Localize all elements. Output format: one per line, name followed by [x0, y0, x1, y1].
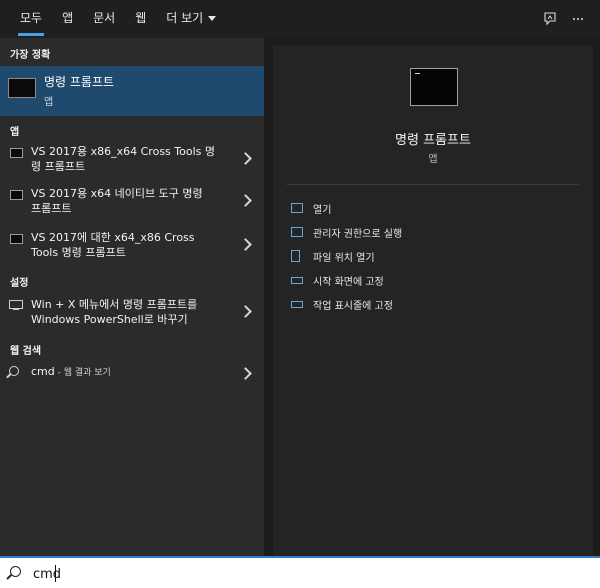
search-icon: [9, 366, 19, 376]
command-prompt-icon: [10, 234, 23, 244]
settings-result-item[interactable]: Win + X 메뉴에서 명령 프롬프트를 Windows PowerShell…: [0, 293, 264, 333]
chevron-right-icon[interactable]: [239, 367, 252, 380]
best-match-heading: 가장 정확: [10, 50, 51, 61]
tab-all[interactable]: 모두: [10, 0, 52, 38]
run-as-admin-icon: [291, 227, 303, 237]
file-location-icon: [291, 250, 300, 262]
top-bar: 모두 앱 문서 웹 더 보기: [0, 0, 600, 38]
web-search-heading: 웹 검색: [10, 346, 42, 357]
app-result-item[interactable]: VS 2017용 x86_x64 Cross Tools 명 령 프롬프트: [0, 142, 264, 184]
open-icon: [291, 203, 303, 213]
chevron-right-icon[interactable]: [239, 238, 252, 251]
more-options-icon[interactable]: [564, 5, 592, 33]
filter-tabs: 모두 앱 문서 웹 더 보기: [10, 0, 226, 38]
command-prompt-icon: [410, 68, 458, 106]
caret-down-icon: [208, 16, 217, 21]
chevron-right-icon[interactable]: [239, 194, 252, 207]
best-match-subtitle: 앱: [44, 97, 54, 108]
app-result-item[interactable]: VS 2017에 대한 x64_x86 Cross Tools 명령 프롬프트: [0, 228, 264, 270]
command-prompt-icon: [10, 190, 23, 200]
command-prompt-icon: [10, 148, 23, 158]
pin-taskbar-icon: [291, 301, 303, 308]
preview-subtitle: 앱: [428, 154, 438, 165]
tab-documents[interactable]: 문서: [83, 0, 125, 38]
feedback-icon[interactable]: [536, 5, 564, 33]
tab-web[interactable]: 웹: [125, 0, 156, 38]
app-result-item[interactable]: VS 2017용 x64 네이티브 도구 명령 프롬프트: [0, 184, 264, 226]
settings-heading: 설정: [10, 278, 29, 289]
top-icons: [536, 0, 592, 38]
chevron-right-icon[interactable]: [239, 152, 252, 165]
chevron-right-icon[interactable]: [239, 305, 252, 318]
command-prompt-icon: [8, 78, 36, 98]
apps-heading: 앱: [10, 127, 20, 138]
search-bar: [0, 556, 600, 588]
pin-start-icon: [291, 277, 303, 284]
web-result-item[interactable]: cmd - 웹 결과 보기: [0, 362, 264, 384]
best-match-title: 명령 프롬프트: [44, 75, 115, 89]
monitor-icon: [9, 300, 23, 310]
tab-more[interactable]: 더 보기: [156, 0, 226, 38]
search-icon: [10, 566, 21, 577]
divider: [287, 184, 579, 185]
tab-apps[interactable]: 앱: [52, 0, 83, 38]
results-panel: 가장 정확 명령 프롬프트 앱 앱 VS 2017용 x86_x64 Cross…: [0, 38, 264, 556]
preview-panel: 명령 프롬프트 앱 열기 관리자 권한으로 실행 파일 위치 열기 시작 화면에…: [273, 46, 593, 556]
text-cursor: [55, 565, 56, 582]
search-input[interactable]: [31, 564, 435, 584]
best-match-item[interactable]: 명령 프롬프트 앱: [0, 66, 264, 116]
preview-title: 명령 프롬프트: [395, 133, 471, 148]
